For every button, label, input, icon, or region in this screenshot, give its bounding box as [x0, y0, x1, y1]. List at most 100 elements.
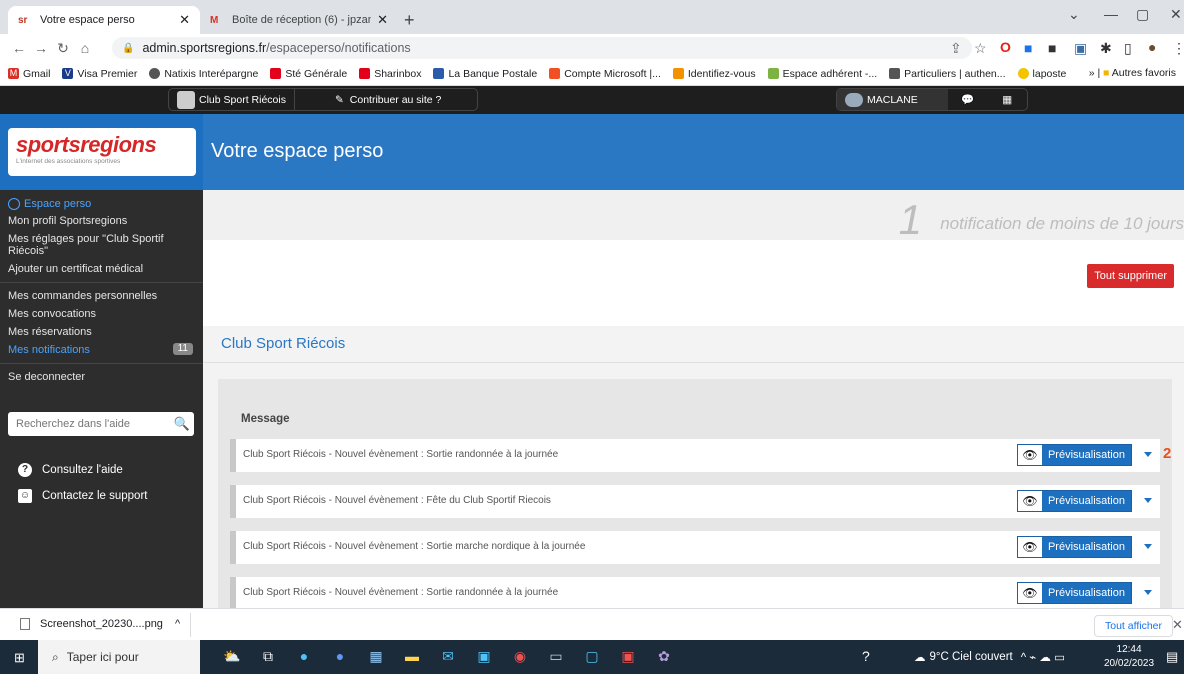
club-switcher[interactable]: Club Sport Riécois — [169, 89, 294, 110]
sidebar-item-logout[interactable]: Se deconnecter — [0, 368, 203, 386]
bookmark-sg[interactable]: Sté Générale — [270, 68, 347, 80]
share-icon[interactable]: ⇪ — [950, 40, 962, 57]
url-field[interactable]: 🔒 admin.sportsregions.fr/espaceperso/not… — [112, 37, 972, 59]
contribute-link[interactable]: ✎ Contribuer au site ? — [295, 89, 449, 110]
extensions-puzzle-icon[interactable]: ✱ — [1100, 40, 1112, 57]
close-window-icon[interactable]: ✕ — [1170, 6, 1182, 23]
mail-icon[interactable]: ✉ — [430, 648, 466, 665]
bookmark-natixis[interactable]: Natixis Interépargne — [149, 68, 258, 80]
extension-icon[interactable]: ▣ — [1074, 40, 1087, 57]
home-icon[interactable]: ⌂ — [74, 40, 96, 56]
bookmark-espace-adherent[interactable]: Espace adhérent -... — [767, 68, 877, 80]
calendar-icon[interactable]: ▦ — [987, 89, 1027, 110]
chevron-down-icon[interactable] — [1144, 452, 1152, 457]
chevron-up-icon[interactable]: ^ — [175, 618, 180, 630]
photos-icon[interactable]: ▣ — [466, 648, 502, 665]
bookmark-star-icon[interactable]: ☆ — [974, 40, 987, 57]
windows-start-icon[interactable]: ⊞ — [14, 650, 25, 666]
reload-icon[interactable]: ↻ — [52, 40, 74, 57]
bookmarks-bar: M Gmail V Visa Premier Natixis Interépargn… — [0, 62, 1184, 86]
weather-widget[interactable]: ☁ 9°C Ciel couvert ^ ⌁ ☁ ▭ — [914, 650, 1065, 664]
new-tab-icon[interactable]: + — [404, 10, 415, 31]
task-view-icon[interactable]: ⧉ — [250, 648, 286, 665]
pdf-icon[interactable]: ▣ — [610, 648, 646, 665]
weather-app-icon[interactable]: ⛅ — [214, 648, 250, 665]
calculator-icon[interactable]: ▦ — [358, 648, 394, 665]
download-item[interactable]: Screenshot_20230....png ^ — [20, 618, 180, 630]
app-icon[interactable]: ▢ — [574, 648, 610, 665]
bookmark-microsoft[interactable]: Compte Microsoft |... — [549, 68, 661, 80]
messages-icon[interactable]: 💬 — [948, 89, 988, 110]
forward-icon[interactable]: → — [30, 40, 52, 56]
windows-taskbar: ⊞ ⌕ Taper ici pour ⛅ ⧉ ● ● ▦ ▬ ✉ ▣ ◉ ▭ ▢… — [0, 640, 1184, 674]
chevron-down-icon[interactable] — [1144, 590, 1152, 595]
other-bookmarks[interactable]: » | ■ Autres favoris — [1089, 67, 1176, 79]
bookmark-identifiez-vous[interactable]: Identifiez-vous — [672, 68, 756, 80]
taskbar-search[interactable]: ⌕ Taper ici pour — [38, 640, 200, 674]
edge-icon[interactable]: ● — [286, 648, 322, 665]
profile-avatar-icon[interactable]: ● — [1148, 39, 1156, 55]
delete-all-button[interactable]: Tout supprimer — [1087, 264, 1174, 288]
minimize-icon[interactable]: — — [1104, 6, 1118, 22]
preview-button[interactable]: 👁 Prévisualisation — [1016, 536, 1132, 558]
user-menu[interactable]: MACLANE — [837, 89, 948, 110]
clock[interactable]: 12:44 20/02/2023 — [1104, 643, 1154, 671]
sidebar-item-certificat[interactable]: Ajouter un certificat médical — [0, 260, 203, 278]
sidebar-item-reglages[interactable]: Mes réglages pour "Club Sportif Riécois" — [0, 230, 203, 260]
close-tab-icon[interactable]: ✕ — [377, 12, 388, 28]
support-link[interactable]: ☺ Contactez le support — [18, 489, 147, 503]
extension-icon[interactable]: ■ — [1024, 40, 1032, 56]
eye-icon: 👁 — [1017, 445, 1042, 465]
close-tab-icon[interactable]: ✕ — [179, 12, 190, 28]
site-toolbar: Club Sport Riécois ✎ Contribuer au site … — [0, 86, 1184, 114]
chevron-down-icon[interactable] — [1144, 544, 1152, 549]
sidebar-item-profil[interactable]: Mon profil Sportsregions — [0, 212, 203, 230]
search-icon[interactable]: 🔍 — [170, 416, 194, 432]
help-link[interactable]: ? Consultez l'aide — [18, 463, 123, 477]
chrome-icon[interactable]: ◉ — [502, 648, 538, 665]
sportsregions-logo[interactable]: sportsregions L'internet des association… — [8, 128, 196, 176]
tab-search-icon[interactable]: ⌄ — [1068, 6, 1080, 23]
file-explorer-icon[interactable]: ▬ — [394, 648, 430, 665]
side-panel-icon[interactable]: ▯ — [1124, 40, 1132, 57]
sidebar-section-espace-perso[interactable]: Espace perso — [0, 190, 203, 212]
bookmark-particuliers[interactable]: Particuliers | authen... — [889, 68, 1006, 80]
menu-icon[interactable]: ⋮ — [1172, 40, 1184, 57]
preview-button[interactable]: 👁 Prévisualisation — [1016, 444, 1132, 466]
sidebar-item-notifications[interactable]: Mes notifications 11 — [0, 341, 203, 359]
app-icon[interactable]: ✿ — [646, 648, 682, 665]
bookmark-visa[interactable]: V Visa Premier — [62, 68, 137, 80]
extension-icon[interactable]: ■ — [1048, 40, 1056, 56]
show-all-downloads-button[interactable]: Tout afficher — [1094, 615, 1174, 637]
close-icon[interactable]: ✕ — [1172, 617, 1183, 633]
chevron-down-icon[interactable] — [1144, 498, 1152, 503]
sidebar-item-commandes[interactable]: Mes commandes personnelles — [0, 287, 203, 305]
bookmark-laposte[interactable]: laposte — [1017, 68, 1066, 80]
divider — [0, 282, 203, 283]
back-icon[interactable]: ← — [8, 40, 30, 56]
maximize-icon[interactable]: ▢ — [1136, 6, 1149, 23]
leaf-icon — [767, 68, 779, 79]
opera-extension-icon[interactable]: O — [1000, 39, 1011, 55]
sidebar-item-convocations[interactable]: Mes convocations — [0, 305, 203, 323]
bookmark-sharinbox[interactable]: Sharinbox — [359, 68, 421, 80]
bookmark-gmail[interactable]: M Gmail — [8, 68, 50, 80]
preview-button[interactable]: 👁 Prévisualisation — [1016, 582, 1132, 604]
tray-icons[interactable]: ^ ⌁ ☁ ▭ — [1021, 650, 1065, 664]
laposte-icon — [1017, 68, 1029, 79]
lock-icon: 🔒 — [122, 42, 135, 54]
preview-button[interactable]: 👁 Prévisualisation — [1016, 490, 1132, 512]
tab-espace-perso[interactable]: sr Votre espace perso ✕ — [8, 6, 200, 34]
help-search-input[interactable] — [8, 418, 170, 430]
tab-gmail[interactable]: M Boîte de réception (6) - jpzannin ✕ — [200, 6, 398, 34]
terminal-icon[interactable]: ▭ — [538, 648, 574, 665]
notification-center-icon[interactable]: ▤ — [1166, 649, 1178, 665]
sidebar-item-reservations[interactable]: Mes réservations — [0, 323, 203, 341]
gmail-favicon-icon: M — [210, 14, 219, 26]
notification-count: 1 — [898, 196, 922, 243]
bookmark-banque-postale[interactable]: La Banque Postale — [433, 68, 537, 80]
app-icon[interactable]: ● — [322, 648, 358, 665]
page-title: Votre espace perso — [211, 140, 384, 162]
help-icon[interactable]: ? — [862, 648, 870, 664]
actions-area: Tout supprimer — [203, 240, 1184, 326]
